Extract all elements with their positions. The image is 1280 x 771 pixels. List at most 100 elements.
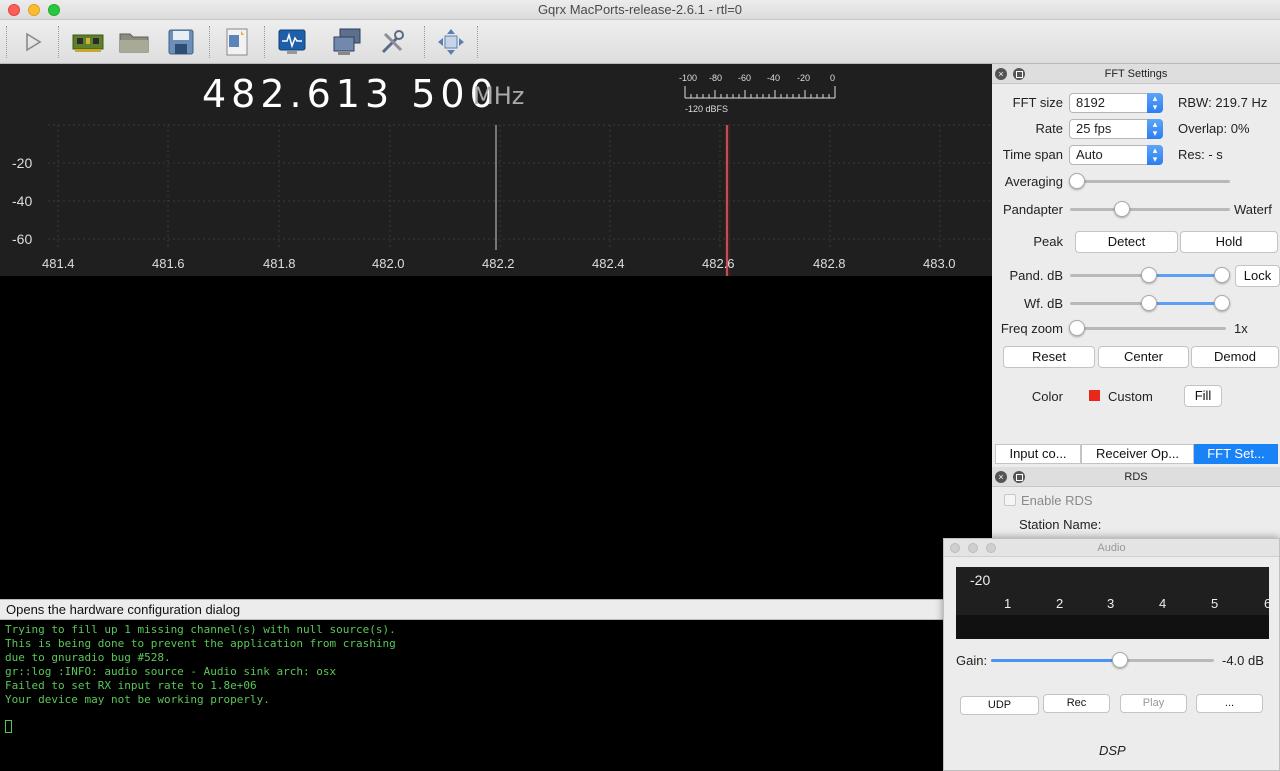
fill-toggle-button[interactable]: Fill xyxy=(1184,385,1222,407)
timespan-label: Time span xyxy=(1002,147,1063,162)
float-icon[interactable] xyxy=(1013,68,1025,80)
enable-rds-checkbox[interactable] xyxy=(1004,494,1016,506)
x-axis-label: 482.8 xyxy=(813,256,846,271)
remote-control-icon xyxy=(226,28,248,56)
fft-settings-panel: × FFT Settings FFT size 8192 ▴ ▾ RBW: 219.… xyxy=(992,64,1280,467)
x-axis-label: 482.6 xyxy=(702,256,735,271)
audio-freq-tick: 6 xyxy=(1264,596,1269,611)
color-name[interactable]: Custom xyxy=(1108,389,1153,404)
enable-rds-label: Enable RDS xyxy=(1021,493,1093,508)
peak-hold-button[interactable]: Hold xyxy=(1180,231,1278,253)
gain-slider-handle[interactable] xyxy=(1112,652,1129,668)
save-icon xyxy=(168,29,194,55)
color-label: Color xyxy=(1031,389,1063,404)
peak-detect-button[interactable]: Detect xyxy=(1075,231,1178,253)
wf-db-range-fill xyxy=(1150,302,1224,305)
x-axis-label: 481.4 xyxy=(42,256,75,271)
spectrum-plot[interactable]: 482.613 500 MHz -100 -80 -60 -40 -20 0 -… xyxy=(0,64,992,276)
wf-db-min-handle[interactable] xyxy=(1141,295,1157,311)
log-line: This is being done to prevent the applic… xyxy=(5,637,396,650)
zoom-window-button[interactable] xyxy=(986,543,996,553)
log-console[interactable]: Trying to fill up 1 missing channel(s) w… xyxy=(0,620,945,771)
rate-select[interactable]: 25 fps ▴ ▾ xyxy=(1069,119,1163,139)
pandapter-waterfall-slider[interactable] xyxy=(1070,208,1230,211)
log-line: Trying to fill up 1 missing channel(s) w… xyxy=(5,623,396,636)
waterfall-label: Waterf xyxy=(1234,202,1272,217)
averaging-slider-handle[interactable] xyxy=(1069,173,1085,189)
gain-label: Gain: xyxy=(956,653,988,668)
network-computers-icon xyxy=(333,28,361,55)
tab-fft-settings[interactable]: FFT Set... xyxy=(1194,444,1278,464)
wf-db-max-handle[interactable] xyxy=(1214,295,1230,311)
float-icon[interactable] xyxy=(1013,471,1025,483)
timespan-select[interactable]: Auto ▴ ▾ xyxy=(1069,145,1163,165)
center-button[interactable]: Center xyxy=(1098,346,1189,368)
x-axis-label: 482.4 xyxy=(592,256,625,271)
toolbar-separator xyxy=(6,26,7,58)
close-icon[interactable]: × xyxy=(995,68,1007,80)
text-cursor[interactable] xyxy=(5,719,12,733)
demod-button[interactable]: Demod xyxy=(1191,346,1279,368)
station-name-label: Station Name: xyxy=(1019,517,1102,532)
fft-size-select[interactable]: 8192 ▴ ▾ xyxy=(1069,93,1163,113)
signal-level-readout: -120 dBFS xyxy=(685,104,729,114)
x-axis-label: 482.0 xyxy=(372,256,405,271)
audio-options-button[interactable]: ... xyxy=(1196,694,1263,713)
audio-window: Audio -20 1 2 3 4 5 6 Gain: -4.0 dB UDP … xyxy=(943,538,1280,771)
toolbar-separator xyxy=(424,26,425,58)
log-line: due to gnuradio bug #528. xyxy=(5,651,171,664)
open-button[interactable] xyxy=(117,25,151,59)
x-axis-label: 483.0 xyxy=(923,256,956,271)
chevron-updown-icon: ▴ ▾ xyxy=(1147,93,1163,113)
fullscreen-arrows-icon xyxy=(438,29,464,55)
play-button[interactable]: Play xyxy=(1120,694,1187,713)
pand-db-max-handle[interactable] xyxy=(1214,267,1230,283)
lock-button[interactable]: Lock xyxy=(1235,265,1280,287)
close-icon[interactable]: × xyxy=(995,471,1007,483)
audio-freq-tick: 4 xyxy=(1159,596,1167,611)
hardware-card-icon xyxy=(72,34,104,52)
frequency-display[interactable]: 482.613 500 xyxy=(202,72,499,116)
rds-title: RDS xyxy=(1124,471,1148,483)
audio-fft-plot[interactable]: -20 1 2 3 4 5 6 xyxy=(956,567,1269,639)
hardware-config-button[interactable] xyxy=(71,25,105,59)
timespan-value: Auto xyxy=(1076,147,1103,162)
remote-control-button[interactable] xyxy=(220,25,254,59)
audio-freq-tick: 1 xyxy=(1004,596,1012,611)
chevron-updown-icon: ▴ ▾ xyxy=(1147,119,1163,139)
waterfall-plot[interactable] xyxy=(0,276,992,600)
fft-settings-title: FFT Settings xyxy=(1104,68,1168,80)
averaging-slider[interactable] xyxy=(1070,180,1230,183)
network-button[interactable] xyxy=(331,25,365,59)
minimize-window-button[interactable] xyxy=(968,543,978,553)
color-swatch[interactable] xyxy=(1089,390,1100,401)
freq-zoom-label: Freq zoom xyxy=(1000,321,1063,336)
rec-button[interactable]: Rec xyxy=(1043,694,1110,713)
gain-slider-fill xyxy=(991,659,1121,662)
averaging-label: Averaging xyxy=(1004,174,1063,189)
pandapter-slider-handle[interactable] xyxy=(1114,201,1130,217)
rds-titlebar: × RDS xyxy=(992,467,1280,487)
audio-titlebar: Audio xyxy=(944,539,1279,557)
pand-db-min-handle[interactable] xyxy=(1141,267,1157,283)
freq-zoom-slider-handle[interactable] xyxy=(1069,320,1085,336)
meter-tick: -60 xyxy=(738,73,752,83)
save-button[interactable] xyxy=(164,25,198,59)
audio-freq-tick: 3 xyxy=(1107,596,1115,611)
dock-tabbar: Input co... Receiver Op... FFT Set... xyxy=(995,444,1278,464)
freq-zoom-value: 1x xyxy=(1234,321,1248,336)
udp-button[interactable]: UDP xyxy=(960,696,1039,715)
gain-value: -4.0 dB xyxy=(1222,653,1264,668)
close-window-button[interactable] xyxy=(950,543,960,553)
fullscreen-button[interactable] xyxy=(434,25,468,59)
reset-button[interactable]: Reset xyxy=(1003,346,1095,368)
y-axis-label: -20 xyxy=(12,155,33,171)
play-button[interactable] xyxy=(16,25,50,59)
audio-freq-tick: 5 xyxy=(1211,596,1219,611)
freq-zoom-slider[interactable] xyxy=(1070,327,1226,330)
tab-receiver-options[interactable]: Receiver Op... xyxy=(1081,444,1194,464)
tab-input-controls[interactable]: Input co... xyxy=(995,444,1081,464)
dsp-toggle-button[interactable] xyxy=(275,25,309,59)
x-axis-label: 481.6 xyxy=(152,256,185,271)
settings-button[interactable] xyxy=(376,25,410,59)
